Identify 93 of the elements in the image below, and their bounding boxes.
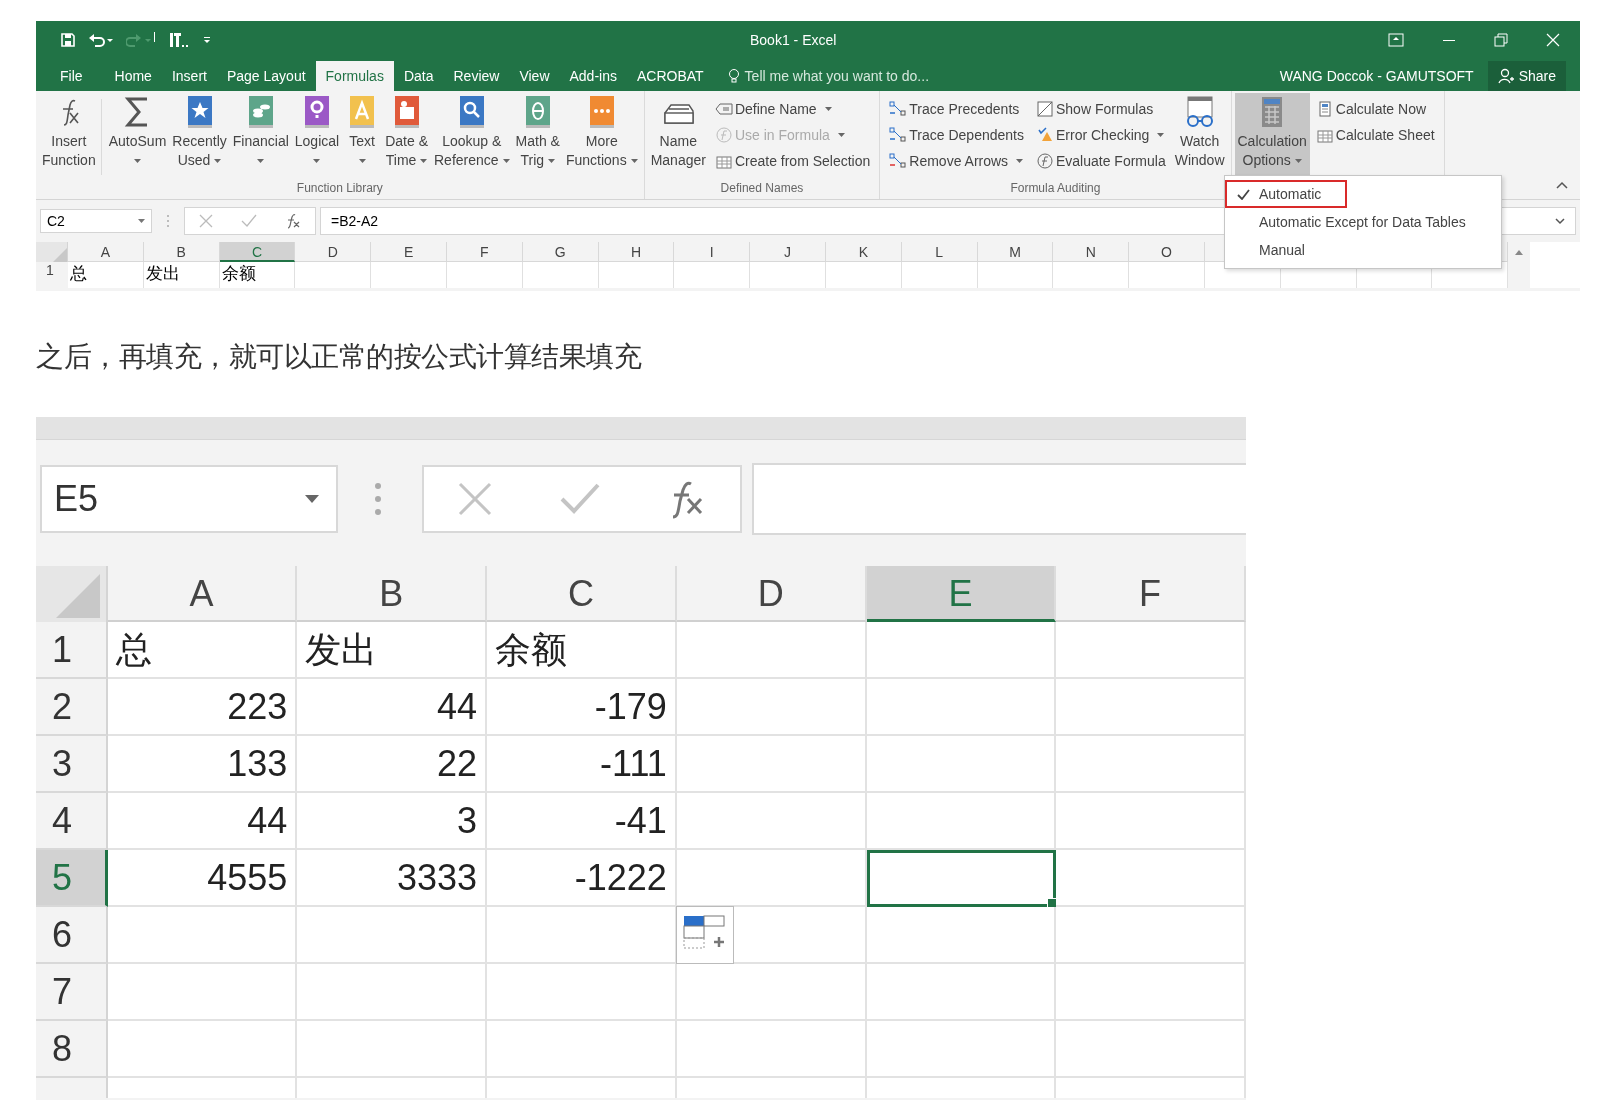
ribbon-button[interactable]: More Functions	[562, 93, 641, 181]
ribbon-button[interactable]: Evaluate Formula	[1034, 149, 1168, 173]
ribbon-button[interactable]: AutoSum	[105, 93, 170, 181]
menu-item[interactable]: Automatic Except for Data Tables	[1225, 208, 1492, 236]
ribbon-button[interactable]: Math & Trig	[512, 93, 563, 181]
table-cell: 44	[297, 679, 488, 736]
ribbon-button[interactable]: Show Formulas	[1034, 97, 1168, 121]
column-header[interactable]: J	[750, 242, 826, 262]
table-cell: 发出	[143, 262, 220, 288]
article-paragraph: 之后，再填充，就可以正常的按公式计算结果填充	[36, 339, 641, 375]
table-cell: 22	[297, 736, 488, 793]
table-cell: -111	[487, 736, 677, 793]
ribbon-tab[interactable]: Home	[104, 61, 162, 91]
column-header[interactable]: D	[676, 566, 867, 622]
column-header[interactable]: A	[68, 242, 144, 262]
column-header[interactable]: B	[297, 566, 488, 622]
group-label: Defined Names	[719, 181, 805, 197]
column-header[interactable]: A	[107, 566, 298, 622]
row-header[interactable]: 6	[36, 907, 108, 964]
ribbon-button[interactable]: Financial	[229, 93, 292, 181]
ribbon-tab[interactable]: Page Layout	[216, 61, 316, 91]
table-cell: 4555	[107, 850, 298, 907]
column-header[interactable]: D	[295, 242, 372, 262]
ribbon-tab[interactable]: Data	[393, 61, 444, 91]
row-header[interactable]: 8	[36, 1021, 108, 1078]
table-cell: 3333	[297, 850, 488, 907]
column-header[interactable]: F	[1056, 566, 1246, 622]
ribbon-button[interactable]: Recently Used	[169, 93, 230, 181]
ribbon-button[interactable]: Trace Precedents	[887, 97, 1026, 121]
row-header[interactable]: 2	[36, 679, 108, 736]
window-title: Book1 - Excel	[750, 31, 837, 48]
ribbon-button[interactable]: Define Name	[712, 97, 873, 121]
table-cell: -179	[487, 679, 677, 736]
table-cell: 余额	[219, 262, 296, 288]
row-header[interactable]: 4	[36, 793, 108, 850]
column-header[interactable]: C	[219, 242, 296, 262]
ribbon-tab[interactable]: File	[36, 61, 105, 91]
column-header[interactable]: H	[598, 242, 675, 262]
ribbon-button[interactable]: Trace Dependents	[887, 123, 1026, 147]
ribbon-button[interactable]: Create from Selection	[712, 149, 873, 173]
group-label: Formula Auditing	[1009, 181, 1102, 197]
ribbon-button[interactable]: Watch Window	[1171, 93, 1228, 181]
ribbon-button[interactable]: Calculate Now	[1313, 97, 1437, 121]
table-cell: 总	[107, 622, 298, 679]
ribbon-button[interactable]: Date & Time	[382, 93, 431, 181]
name-box[interactable]: C2	[40, 209, 152, 233]
table-cell: 3	[297, 793, 488, 850]
user-name[interactable]: WANG Doccok - GAMUTSOFT	[1279, 61, 1488, 91]
table-cell: 133	[107, 736, 298, 793]
column-header[interactable]: O	[1129, 242, 1205, 262]
column-header[interactable]: F	[447, 242, 523, 262]
ribbon-tab[interactable]: Review	[443, 61, 510, 91]
column-header[interactable]: E	[371, 242, 447, 262]
ribbon-tab[interactable]: Insert	[161, 61, 217, 91]
table-cell: 余额	[487, 622, 677, 679]
row-header[interactable]: 7	[36, 964, 108, 1021]
table-cell: 44	[107, 793, 298, 850]
ribbon-tab[interactable]: ACROBAT	[626, 61, 714, 91]
ribbon-tab[interactable]: View	[509, 61, 560, 91]
name-box[interactable]: E5	[40, 465, 338, 533]
ribbon-button[interactable]: Logical	[291, 93, 343, 181]
column-header[interactable]: L	[901, 242, 978, 262]
ribbon-button[interactable]: Remove Arrows	[887, 149, 1026, 173]
menu-item[interactable]: Manual	[1225, 236, 1331, 264]
row-header[interactable]: 1	[36, 622, 108, 679]
row-header[interactable]: 5	[36, 850, 108, 907]
column-header[interactable]: G	[522, 242, 599, 262]
ribbon-button[interactable]: Insert Function	[39, 93, 99, 181]
ribbon-button[interactable]: Error Checking	[1034, 123, 1168, 147]
column-header[interactable]: M	[977, 242, 1054, 262]
ribbon-tab[interactable]: Add-ins	[559, 61, 627, 91]
table-cell: -1222	[487, 850, 677, 907]
column-header[interactable]: N	[1053, 242, 1130, 262]
column-header[interactable]: K	[825, 242, 902, 262]
column-header[interactable]: E	[866, 566, 1057, 622]
table-cell: 223	[107, 679, 298, 736]
table-cell: -41	[487, 793, 677, 850]
row-header[interactable]: 3	[36, 736, 108, 793]
ribbon-button[interactable]: Calculate Sheet	[1313, 123, 1437, 147]
tell-me-field[interactable]: Tell me what you want to do...	[727, 61, 930, 91]
table-cell: 总	[68, 262, 144, 288]
row-header[interactable]: 1	[36, 262, 68, 288]
share-button[interactable]: Share	[1487, 61, 1566, 91]
group-label: Function Library	[295, 181, 384, 197]
ribbon-tab[interactable]: Formulas	[315, 61, 394, 91]
menu-item[interactable]: Automatic	[1225, 180, 1348, 208]
ribbon-button[interactable]: Name Manager	[647, 93, 709, 181]
ribbon-button[interactable]: Text	[342, 93, 383, 181]
column-header[interactable]: B	[143, 242, 220, 262]
ribbon-button[interactable]: Lookup & Reference	[431, 93, 513, 181]
column-header[interactable]: I	[674, 242, 751, 262]
column-header[interactable]: C	[487, 566, 677, 622]
table-cell: 发出	[297, 622, 488, 679]
